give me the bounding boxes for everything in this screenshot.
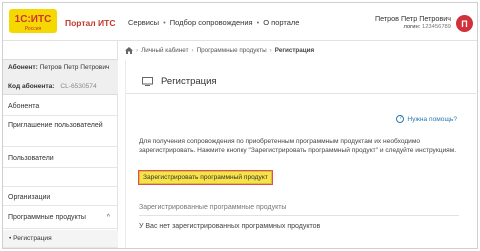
avatar[interactable]: П (456, 15, 473, 32)
nav-about[interactable]: О портале (263, 18, 299, 27)
logo-brand-text: 1С:ИТС (15, 14, 52, 25)
sidebar-item-invite-users[interactable]: Приглашение пользователей (3, 117, 118, 147)
breadcrumb-current: Регистрация (274, 47, 315, 54)
nav-separator: • (163, 18, 166, 27)
subscriber-line: Абонент: Петров Петр Петрович (8, 63, 116, 72)
sidebar-item-subscriber[interactable]: Абонента (3, 96, 118, 116)
home-icon[interactable] (125, 47, 133, 54)
sidebar: Абонент: Петров Петр Петрович Код абонен… (3, 41, 118, 248)
app-window: 1С:ИТС Россия Портал ИТС Сервисы • Подбо… (2, 2, 478, 249)
empty-message: У Вас нет зарегистрированных программных… (139, 223, 321, 230)
breadcrumb-item-cabinet[interactable]: Личный кабинет (141, 47, 188, 54)
register-product-button[interactable]: Зарегистрировать программный продукт (138, 170, 273, 185)
breadcrumb-separator: › (191, 47, 194, 54)
its-logo[interactable]: 1С:ИТС Россия (9, 9, 57, 33)
nav-separator: • (256, 18, 260, 27)
sidebar-item-registration[interactable]: • Регистрация (3, 230, 118, 248)
breadcrumb-item-products[interactable]: Программные продукты (197, 47, 267, 54)
description-text: Для получения сопровождения по приобрете… (139, 138, 457, 154)
question-icon: ? (396, 115, 405, 123)
sidebar-item-users[interactable]: Пользователи (3, 148, 118, 168)
sidebar-item-software-products[interactable]: Программные продукты ^ (3, 207, 118, 229)
subscriber-info: Абонент: Петров Петр Петрович Код абонен… (3, 59, 118, 95)
content-header: Регистрация (126, 68, 476, 94)
subscriber-code: Код абонента: CL-6530574 (8, 83, 97, 90)
breadcrumb-separator: › (136, 47, 139, 54)
monitor-icon (142, 77, 153, 86)
login-value: 123456789 (421, 24, 451, 30)
login-label: логин: (403, 24, 421, 30)
user-name[interactable]: Петров Петр Петрович (375, 14, 451, 23)
user-login: логин: 123456789 (404, 24, 451, 30)
main-content: Регистрация ? Нужна помощь? Для получени… (125, 60, 476, 248)
portal-title[interactable]: Портал ИТС (65, 18, 115, 28)
section-title: Зарегистрированные программные продукты (139, 204, 459, 216)
sidebar-item-label: Программные продукты (8, 214, 86, 221)
help-link[interactable]: ? Нужна помощь? (396, 115, 457, 123)
nav-support-selection[interactable]: Подбор сопровождения (170, 18, 253, 27)
sidebar-item-label: Регистрация (13, 235, 52, 242)
page-title: Регистрация (161, 76, 217, 87)
top-nav: Сервисы • Подбор сопровождения • О порта… (128, 18, 299, 27)
chevron-up-icon[interactable]: ^ (107, 213, 110, 222)
sidebar-item-organizations[interactable]: Организации (3, 186, 118, 206)
header: 1С:ИТС Россия Портал ИТС Сервисы • Подбо… (3, 3, 477, 41)
subscriber-label: Абонент: (8, 64, 38, 71)
code-value: CL-6530574 (60, 83, 97, 90)
help-link-label: Нужна помощь? (407, 115, 457, 123)
code-label: Код абонента: (8, 83, 55, 90)
breadcrumb-separator: › (269, 47, 272, 54)
logo-sub-text: Россия (25, 26, 42, 32)
nav-services[interactable]: Сервисы (128, 18, 159, 27)
breadcrumb: › Личный кабинет › Программные продукты … (125, 47, 314, 54)
subscriber-name: Петров Петр Петрович (39, 64, 110, 71)
